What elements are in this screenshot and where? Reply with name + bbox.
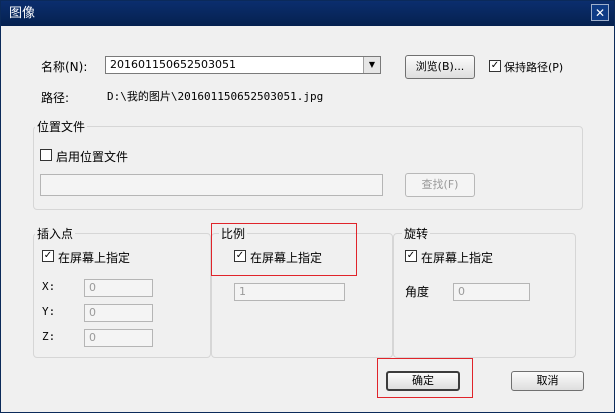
browse-button[interactable]: 浏览(B)... bbox=[405, 55, 475, 79]
image-dialog: 图像 ✕ 名称(N): 201601150652503051 ▼ 浏览(B)..… bbox=[0, 0, 615, 413]
location-file-input[interactable] bbox=[40, 174, 383, 196]
x-input[interactable]: 0 bbox=[84, 279, 153, 297]
x-label: X: bbox=[42, 280, 56, 293]
enable-location-file-label: 启用位置文件 bbox=[56, 150, 129, 164]
chevron-down-icon[interactable]: ▼ bbox=[363, 57, 380, 73]
enable-location-file-checkbox[interactable] bbox=[40, 149, 52, 161]
scale-input[interactable]: 1 bbox=[234, 283, 345, 301]
z-label: Z: bbox=[42, 330, 56, 343]
name-combobox[interactable]: 201601150652503051 ▼ bbox=[105, 56, 381, 74]
insert-on-screen-checkbox[interactable]: ✓ bbox=[42, 250, 54, 262]
keep-path-label: 保持路径(P) bbox=[504, 61, 564, 74]
cancel-button[interactable]: 取消 bbox=[511, 371, 584, 391]
location-file-group bbox=[33, 126, 583, 210]
checkmark-icon: ✓ bbox=[406, 250, 416, 261]
angle-label: 角度 bbox=[405, 285, 430, 299]
path-label: 路径: bbox=[41, 91, 70, 105]
path-value: D:\我的图片\201601150652503051.jpg bbox=[107, 90, 324, 103]
insert-point-title: 插入点 bbox=[35, 225, 76, 242]
angle-input[interactable]: 0 bbox=[453, 283, 530, 301]
find-button[interactable]: 查找(F) bbox=[405, 173, 475, 197]
insert-on-screen-label: 在屏幕上指定 bbox=[58, 251, 131, 265]
z-input[interactable]: 0 bbox=[84, 329, 153, 347]
y-label: Y: bbox=[42, 305, 56, 318]
title-bar[interactable]: 图像 ✕ bbox=[1, 1, 614, 26]
ok-highlight-box bbox=[377, 358, 473, 398]
rotation-title: 旋转 bbox=[402, 225, 431, 242]
keep-path-checkbox[interactable]: ✓ bbox=[489, 60, 501, 72]
rotation-on-screen-label: 在屏幕上指定 bbox=[421, 251, 494, 265]
name-value: 201601150652503051 bbox=[110, 58, 236, 71]
checkmark-icon: ✓ bbox=[43, 250, 53, 261]
scale-highlight-box bbox=[211, 223, 357, 276]
name-label: 名称(N): bbox=[41, 60, 88, 74]
rotation-on-screen-checkbox[interactable]: ✓ bbox=[405, 250, 417, 262]
window-title: 图像 bbox=[9, 6, 36, 21]
close-icon[interactable]: ✕ bbox=[591, 4, 609, 21]
y-input[interactable]: 0 bbox=[84, 304, 153, 322]
checkmark-icon: ✓ bbox=[490, 60, 500, 71]
location-file-title: 位置文件 bbox=[35, 118, 88, 135]
